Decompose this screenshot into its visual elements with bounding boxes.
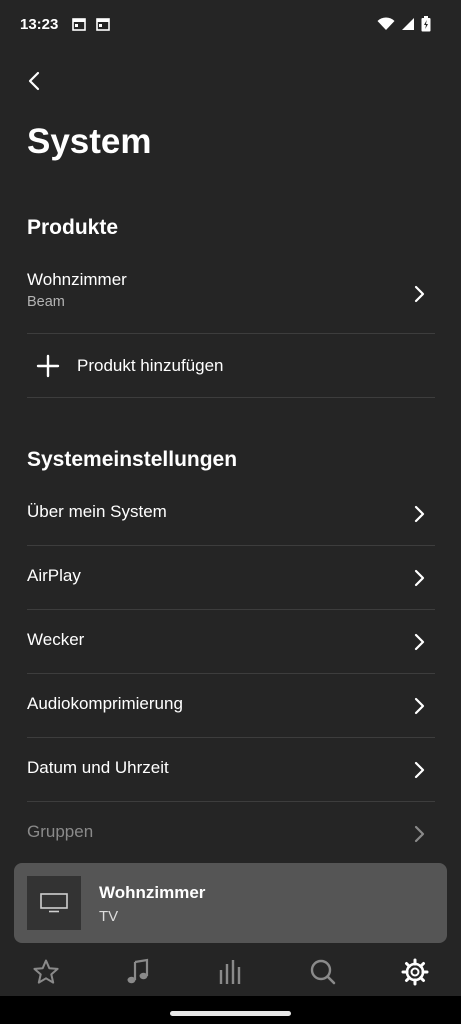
status-time: 13:23 (20, 16, 59, 33)
settings-item-audio-compression[interactable]: Audiokomprimierung (27, 694, 435, 718)
chevron-right-icon (414, 825, 425, 843)
gear-icon (401, 958, 429, 986)
wifi-icon (377, 17, 395, 30)
settings-item-airplay[interactable]: AirPlay (27, 566, 435, 590)
cell-signal-icon (402, 18, 414, 30)
bottom-tab-bar (0, 948, 461, 996)
calendar-notification-icon (96, 18, 110, 31)
settings-item-about-system[interactable]: Über mein System (27, 502, 435, 526)
chevron-right-icon (414, 761, 425, 779)
status-bar: 13:23 (0, 0, 461, 48)
divider (27, 673, 435, 674)
chevron-right-icon (414, 285, 425, 303)
now-playing-bar[interactable]: Wohnzimmer TV (14, 863, 447, 943)
product-item-wohnzimmer[interactable]: Wohnzimmer Beam (27, 270, 435, 318)
plus-icon (36, 354, 60, 378)
home-gesture-handle[interactable] (170, 1011, 291, 1016)
star-icon (33, 959, 59, 984)
settings-item-label: Über mein System (27, 502, 167, 521)
chevron-right-icon (414, 633, 425, 651)
add-product-label: Produkt hinzufügen (77, 356, 224, 375)
system-navigation-bar (0, 996, 461, 1024)
now-playing-artwork (27, 876, 81, 930)
product-item-model: Beam (27, 294, 65, 310)
settings-item-date-time[interactable]: Datum und Uhrzeit (27, 758, 435, 782)
divider (27, 737, 435, 738)
section-title-settings: Systemeinstellungen (27, 448, 238, 471)
back-arrow-icon (28, 71, 40, 91)
divider (27, 333, 435, 334)
divider (27, 609, 435, 610)
divider (27, 801, 435, 802)
product-item-label: Wohnzimmer (27, 270, 127, 289)
tab-rooms[interactable] (184, 948, 276, 996)
settings-item-groups[interactable]: Gruppen (27, 822, 435, 846)
divider (27, 397, 435, 398)
settings-item-label: Gruppen (27, 822, 94, 841)
settings-item-alarms[interactable]: Wecker (27, 630, 435, 654)
equalizer-icon (219, 960, 240, 984)
tab-music[interactable] (92, 948, 184, 996)
tab-search[interactable] (277, 948, 369, 996)
settings-item-label: Wecker (27, 630, 85, 649)
tv-icon (40, 893, 68, 913)
tab-favorites[interactable] (0, 948, 92, 996)
battery-icon (421, 16, 431, 32)
section-title-products: Produkte (27, 216, 119, 239)
chevron-right-icon (414, 505, 425, 523)
add-product-button[interactable]: Produkt hinzufügen (27, 344, 435, 388)
now-playing-source: TV (99, 908, 119, 925)
music-note-icon (127, 958, 149, 984)
search-icon (310, 959, 336, 985)
divider (27, 545, 435, 546)
now-playing-room: Wohnzimmer (99, 883, 206, 902)
settings-item-label: AirPlay (27, 566, 81, 585)
chevron-right-icon (414, 569, 425, 587)
back-button[interactable] (20, 66, 48, 96)
settings-item-label: Audiokomprimierung (27, 694, 183, 713)
settings-item-label: Datum und Uhrzeit (27, 758, 169, 777)
calendar-notification-icon (72, 18, 86, 31)
page-title: System (27, 122, 152, 161)
chevron-right-icon (414, 697, 425, 715)
tab-settings[interactable] (369, 948, 461, 996)
